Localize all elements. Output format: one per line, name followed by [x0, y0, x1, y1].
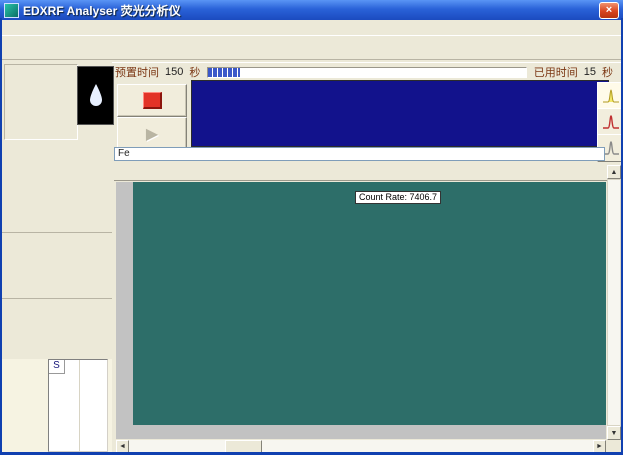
close-button[interactable]: ×	[599, 2, 619, 19]
app-icon	[4, 3, 19, 18]
peak-view-red-button[interactable]	[597, 108, 623, 136]
acquisition-progress-fill	[208, 68, 240, 77]
app-window: EDXRF Analyser 荧光分析仪 × 预置时间 150 秒 已用时间 1…	[0, 0, 623, 455]
scroll-down-button[interactable]: ▼	[607, 426, 621, 440]
preset-time-label: 预置时间	[115, 64, 159, 80]
spectrum-plot[interactable]	[133, 182, 606, 425]
start-button[interactable]: ▶	[117, 117, 187, 150]
vertical-scrollbar-track[interactable]	[607, 179, 621, 426]
y-axis-ruler	[116, 182, 133, 425]
play-icon: ▶	[146, 124, 158, 144]
x-axis-ruler	[116, 425, 606, 439]
window-border-left	[0, 18, 2, 455]
element-line-list[interactable]: S	[48, 359, 108, 452]
droplet-icon	[87, 83, 105, 109]
toolbar	[2, 35, 621, 60]
sample-status-display	[77, 66, 114, 125]
preset-time-unit: 秒	[189, 64, 200, 80]
window-title: EDXRF Analyser 荧光分析仪	[23, 2, 181, 19]
cursor-info-grid	[2, 298, 112, 299]
spectrum-overview-chart[interactable]	[192, 81, 606, 144]
element-input[interactable]: Fe	[114, 147, 605, 161]
tab-underline	[114, 180, 607, 181]
sidebar-tool-panel	[4, 64, 78, 140]
spectrum-overview-panel[interactable]	[191, 80, 609, 147]
list-divider	[79, 360, 80, 451]
menu-bar	[2, 20, 621, 35]
elapsed-time-unit: 秒	[602, 64, 613, 80]
count-rate-tooltip: Count Rate: 7406.7	[355, 191, 441, 204]
title-bar: EDXRF Analyser 荧光分析仪 ×	[0, 0, 623, 20]
elapsed-time-label: 已用时间	[534, 64, 578, 80]
preset-time-value: 150	[165, 66, 183, 78]
elapsed-time-value: 15	[584, 66, 596, 78]
peak-view-yellow-button[interactable]	[597, 82, 623, 110]
sidebar-tabs	[2, 139, 112, 157]
curve-info-grid	[2, 232, 112, 233]
element-symbol-cell: S	[49, 360, 65, 374]
red-peak-icon	[602, 114, 620, 130]
scroll-up-button[interactable]: ▲	[607, 165, 621, 179]
acquisition-status-bar: 预置时间 150 秒 已用时间 15 秒	[112, 62, 621, 81]
element-input-value: Fe	[118, 148, 130, 159]
yellow-peak-icon	[602, 88, 620, 104]
stop-button[interactable]	[117, 84, 187, 117]
stop-icon	[143, 92, 162, 109]
acquisition-progress-bar	[207, 67, 526, 78]
